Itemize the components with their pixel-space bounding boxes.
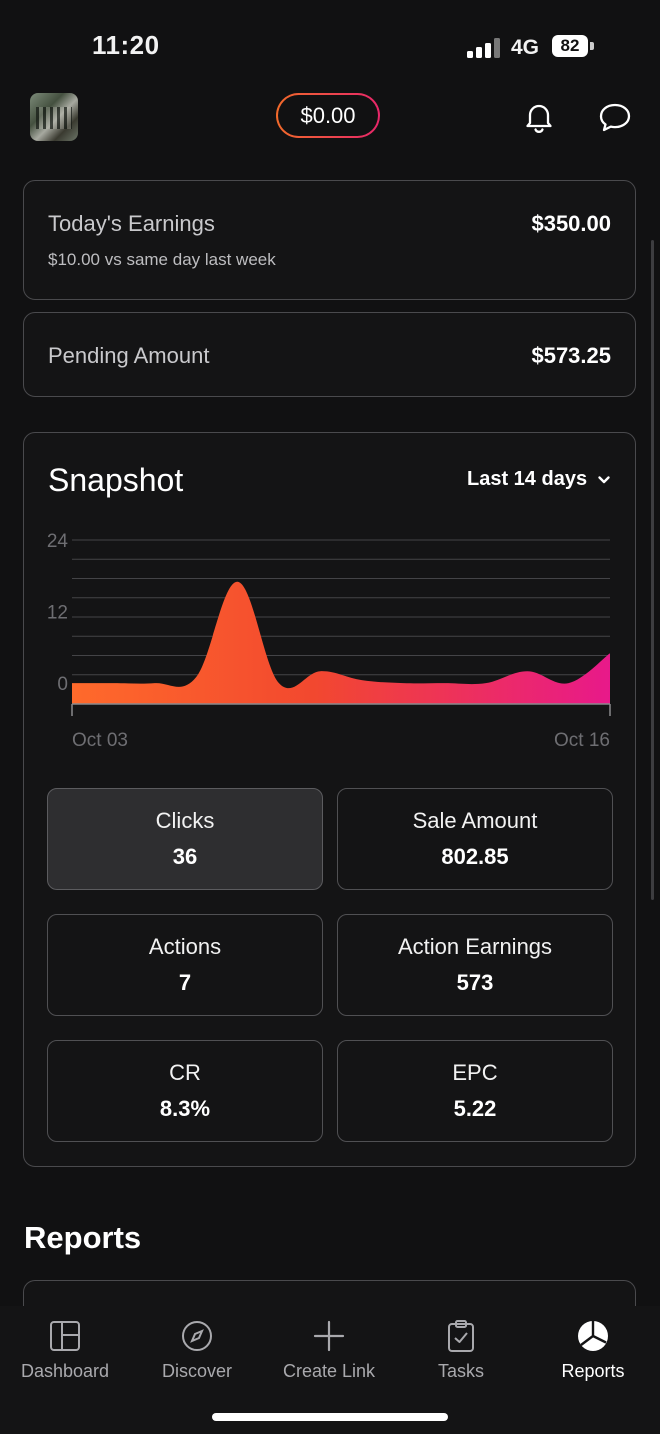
balance-amount: $0.00 xyxy=(278,95,378,136)
stat-label: Clicks xyxy=(155,808,215,833)
chevron-down-icon[interactable] xyxy=(596,472,612,488)
battery-tip xyxy=(590,42,594,50)
stat-label: Sale Amount xyxy=(412,808,538,833)
nav-create-link[interactable]: Create Link xyxy=(264,1320,394,1382)
stat-value: 573 xyxy=(456,970,494,995)
stat-label: CR xyxy=(169,1060,201,1085)
todays-earnings-label: Today's Earnings xyxy=(48,211,215,236)
pie-chart-icon xyxy=(578,1321,608,1351)
stat-value: 36 xyxy=(172,844,198,869)
home-indicator xyxy=(212,1413,448,1421)
dashboard-icon xyxy=(50,1321,80,1351)
plus-icon xyxy=(313,1320,345,1352)
stat-tile-actions[interactable]: Actions 7 xyxy=(47,914,323,1016)
stat-tile-clicks[interactable]: Clicks 36 xyxy=(47,788,323,890)
y-tick-label: 24 xyxy=(47,531,69,552)
stat-tile-sale-amount[interactable]: Sale Amount 802.85 xyxy=(337,788,613,890)
nav-label: Reports xyxy=(561,1361,625,1381)
stat-value: 7 xyxy=(178,970,192,995)
x-tick-label: Oct 16 xyxy=(554,730,610,750)
stat-value: 8.3% xyxy=(159,1096,211,1121)
nav-tasks[interactable]: Tasks xyxy=(396,1320,526,1382)
snapshot-chart: 24 12 0 Oct 03 Oct 16 xyxy=(47,531,611,750)
nav-dashboard[interactable]: Dashboard xyxy=(0,1320,130,1382)
stat-label: EPC xyxy=(452,1060,498,1085)
status-time: 11:20 xyxy=(92,30,160,60)
date-range-dropdown[interactable]: Last 14 days xyxy=(467,468,587,491)
earnings-comparison: $10.00 vs same day last week xyxy=(48,250,276,269)
y-tick-label: 0 xyxy=(57,674,68,695)
series-area xyxy=(72,581,610,704)
balance-pill[interactable]: $0.00 xyxy=(276,93,380,138)
stat-tile-epc[interactable]: EPC 5.22 xyxy=(337,1040,613,1142)
nav-label: Discover xyxy=(161,1361,232,1381)
y-tick-label: 12 xyxy=(47,603,68,624)
bell-icon[interactable] xyxy=(522,100,556,134)
nav-discover[interactable]: Discover xyxy=(132,1320,262,1382)
nav-label: Tasks xyxy=(437,1361,484,1381)
nav-label: Dashboard xyxy=(20,1361,110,1381)
reports-heading: Reports xyxy=(24,1220,142,1255)
battery-level: 82 xyxy=(552,35,588,57)
x-tick-label: Oct 03 xyxy=(72,730,128,750)
nav-reports[interactable]: Reports xyxy=(528,1320,658,1382)
snapshot-title: Snapshot xyxy=(48,462,184,498)
pending-amount-value: $573.25 xyxy=(531,343,611,368)
stat-value: 5.22 xyxy=(453,1096,497,1121)
todays-earnings-card[interactable] xyxy=(23,180,636,300)
stat-value: 802.85 xyxy=(441,844,509,869)
chat-icon[interactable] xyxy=(598,102,632,134)
pending-amount-label: Pending Amount xyxy=(48,343,210,368)
stat-tile-action-earnings[interactable]: Action Earnings 573 xyxy=(337,914,613,1016)
stat-label: Actions xyxy=(148,934,222,959)
nav-label: Create Link xyxy=(282,1361,376,1381)
signal-icon xyxy=(467,38,503,58)
todays-earnings-value: $350.00 xyxy=(531,211,611,236)
compass-icon xyxy=(182,1321,212,1351)
network-type: 4G xyxy=(511,36,540,59)
stat-label: Action Earnings xyxy=(397,934,553,959)
avatar[interactable] xyxy=(30,93,78,141)
scrollbar[interactable] xyxy=(651,240,654,900)
stat-tile-cr[interactable]: CR 8.3% xyxy=(47,1040,323,1142)
clipboard-check-icon xyxy=(448,1320,474,1352)
